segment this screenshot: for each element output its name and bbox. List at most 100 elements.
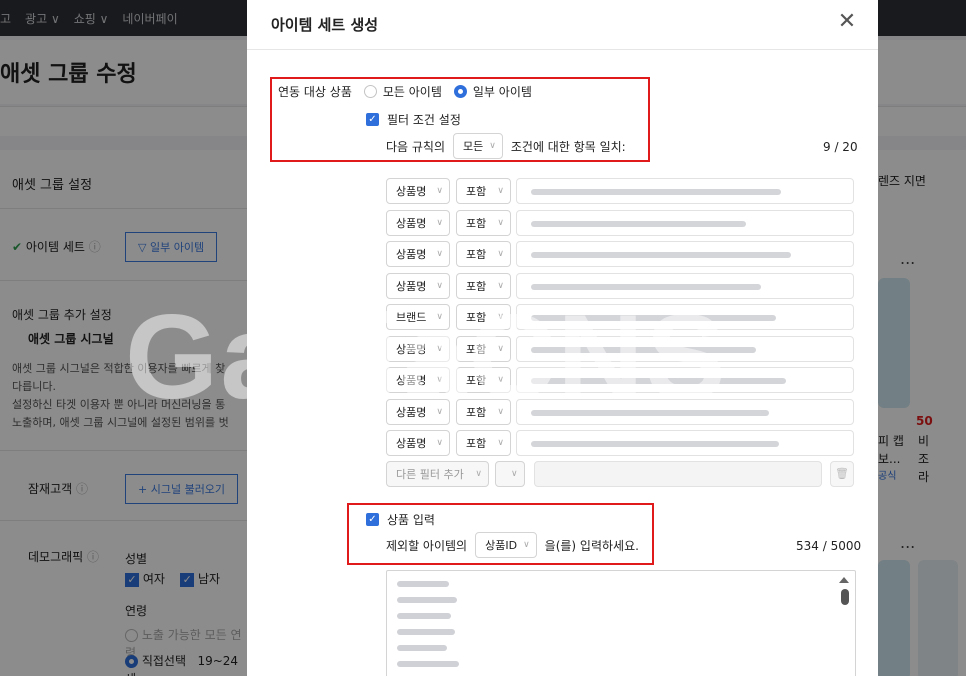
chevron-down-icon: ∨ bbox=[436, 438, 443, 448]
filter-operator-select[interactable]: 포함 ∨ bbox=[456, 398, 511, 425]
filter-field-select[interactable]: 상품명 ∨ bbox=[386, 241, 450, 267]
blurred-id bbox=[397, 629, 455, 635]
filter-operator-select[interactable]: 포함 ∨ bbox=[456, 430, 511, 456]
filter-operator-value: 포함 bbox=[466, 279, 487, 293]
chevron-down-icon: ∨ bbox=[436, 186, 443, 196]
filter-operator-select[interactable]: 포함 ∨ bbox=[456, 304, 511, 330]
filter-field-value: 상품명 bbox=[396, 185, 427, 198]
filter-row: 상품명 ∨ 포함 ∨ bbox=[386, 272, 511, 299]
filter-operator-select[interactable]: 포함 ∨ bbox=[456, 367, 511, 393]
filter-row: 상품명 ∨ 포함 ∨ bbox=[386, 178, 511, 204]
add-filter-label: 다른 필터 추가 bbox=[396, 468, 464, 481]
blurred-value bbox=[531, 315, 776, 321]
filter-row: 상품명 ∨ 포함 ∨ bbox=[386, 241, 511, 267]
modal-header: 아이템 세트 생성 bbox=[247, 0, 878, 50]
filter-field-value: 상품명 bbox=[396, 342, 427, 356]
blurred-value bbox=[531, 378, 786, 384]
filter-field-value: 상품명 bbox=[396, 216, 427, 230]
add-filter-operator-select[interactable]: ∨ bbox=[495, 461, 525, 487]
chevron-down-icon: ∨ bbox=[497, 438, 504, 448]
chevron-down-icon: ∨ bbox=[497, 375, 504, 385]
chevron-down-icon: ∨ bbox=[436, 217, 443, 228]
product-id-textarea[interactable] bbox=[386, 570, 856, 676]
filter-operator-select[interactable]: 포함 ∨ bbox=[456, 335, 511, 362]
chevron-down-icon: ∨ bbox=[497, 343, 504, 354]
chevron-down-icon: ∨ bbox=[436, 249, 443, 259]
filter-field-value: 브랜드 bbox=[396, 311, 427, 324]
filter-operator-select[interactable]: 포함 ∨ bbox=[456, 241, 511, 267]
filter-value-input[interactable] bbox=[516, 304, 854, 330]
blurred-value bbox=[531, 189, 781, 195]
chevron-down-icon: ∨ bbox=[475, 469, 482, 479]
filter-field-select[interactable]: 상품명 ∨ bbox=[386, 209, 450, 236]
modal-title: 아이템 세트 생성 bbox=[271, 16, 379, 34]
filter-field-select[interactable]: 상품명 ∨ bbox=[386, 367, 450, 393]
filter-field-value: 상품명 bbox=[396, 405, 427, 419]
chevron-down-icon: ∨ bbox=[497, 186, 504, 196]
filter-row: 상품명 ∨ 포함 ∨ bbox=[386, 398, 511, 425]
filter-value-input[interactable] bbox=[516, 430, 854, 456]
filter-field-value: 상품명 bbox=[396, 437, 427, 450]
scroll-up-icon[interactable] bbox=[839, 577, 849, 583]
chevron-down-icon: ∨ bbox=[436, 406, 443, 417]
chevron-down-icon: ∨ bbox=[497, 406, 504, 417]
filter-value-input[interactable] bbox=[516, 241, 854, 267]
add-filter-value-input[interactable] bbox=[534, 461, 822, 487]
filter-value-input[interactable] bbox=[516, 178, 854, 204]
chevron-down-icon: ∨ bbox=[497, 217, 504, 228]
chevron-down-icon: ∨ bbox=[436, 312, 443, 322]
filter-count: 9 / 20 bbox=[823, 140, 858, 154]
chevron-down-icon: ∨ bbox=[511, 469, 518, 479]
filter-field-value: 상품명 bbox=[396, 279, 427, 293]
add-filter-select[interactable]: 다른 필터 추가 ∨ bbox=[386, 461, 489, 487]
filter-field-select[interactable]: 상품명 ∨ bbox=[386, 272, 450, 299]
scrollbar-thumb[interactable] bbox=[841, 589, 849, 605]
filter-operator-value: 포함 bbox=[466, 405, 487, 419]
filter-value-input[interactable] bbox=[516, 209, 854, 236]
blurred-value bbox=[531, 220, 746, 227]
chevron-down-icon: ∨ bbox=[497, 280, 504, 291]
blurred-value bbox=[531, 346, 756, 353]
item-set-modal: 아이템 세트 생성 ✕ 연동 대상 상품 모든 아이템 일부 아이템 ✓ 필터 … bbox=[247, 0, 878, 676]
blurred-id bbox=[397, 613, 451, 619]
product-count: 534 / 5000 bbox=[796, 539, 862, 553]
chevron-down-icon: ∨ bbox=[436, 375, 443, 385]
filter-row: 상품명 ∨ 포함 ∨ bbox=[386, 335, 511, 362]
blurred-value bbox=[531, 283, 761, 290]
filter-operator-value: 포함 bbox=[466, 342, 487, 356]
filter-field-select[interactable]: 상품명 ∨ bbox=[386, 398, 450, 425]
filter-operator-select[interactable]: 포함 ∨ bbox=[456, 272, 511, 299]
blurred-id bbox=[397, 661, 459, 667]
trash-icon[interactable]: 🗑 bbox=[830, 461, 854, 487]
filter-operator-value: 포함 bbox=[466, 248, 487, 261]
filter-field-value: 상품명 bbox=[396, 374, 427, 387]
blurred-value bbox=[531, 252, 791, 258]
filter-operator-select[interactable]: 포함 ∨ bbox=[456, 209, 511, 236]
filter-value-input[interactable] bbox=[516, 335, 854, 362]
filter-operator-value: 포함 bbox=[466, 374, 487, 387]
filter-field-value: 상품명 bbox=[396, 248, 427, 261]
highlight-box-product bbox=[347, 503, 654, 565]
blurred-id bbox=[397, 597, 457, 603]
filter-value-input[interactable] bbox=[516, 398, 854, 425]
chevron-down-icon: ∨ bbox=[436, 280, 443, 291]
filter-field-select[interactable]: 상품명 ∨ bbox=[386, 430, 450, 456]
filter-value-input[interactable] bbox=[516, 272, 854, 299]
filter-row: 상품명 ∨ 포함 ∨ bbox=[386, 367, 511, 393]
filter-operator-value: 포함 bbox=[466, 311, 487, 324]
filter-field-select[interactable]: 상품명 ∨ bbox=[386, 178, 450, 204]
filter-field-select[interactable]: 브랜드 ∨ bbox=[386, 304, 450, 330]
filter-field-select[interactable]: 상품명 ∨ bbox=[386, 335, 450, 362]
filter-value-input[interactable] bbox=[516, 367, 854, 393]
filter-row: 상품명 ∨ 포함 ∨ bbox=[386, 430, 511, 456]
filter-operator-select[interactable]: 포함 ∨ bbox=[456, 178, 511, 204]
add-filter-row: 다른 필터 추가 ∨ ∨ bbox=[386, 461, 525, 487]
blurred-value bbox=[531, 441, 779, 447]
blurred-value bbox=[531, 409, 769, 416]
blurred-id bbox=[397, 645, 447, 651]
chevron-down-icon: ∨ bbox=[436, 343, 443, 354]
filter-row: 브랜드 ∨ 포함 ∨ bbox=[386, 304, 511, 330]
chevron-down-icon: ∨ bbox=[497, 312, 504, 322]
filter-operator-value: 포함 bbox=[466, 185, 487, 198]
close-icon[interactable]: ✕ bbox=[836, 11, 858, 34]
